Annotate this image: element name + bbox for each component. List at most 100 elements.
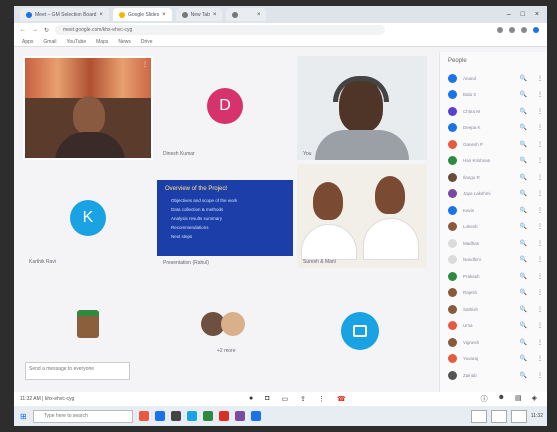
pin-icon[interactable]: 🔍 — [520, 322, 527, 329]
tray-icon[interactable] — [510, 409, 527, 423]
bookmark-link[interactable]: YouTube — [66, 39, 86, 45]
tray-icon[interactable] — [490, 409, 507, 423]
participant-tile-video[interactable]: You — [297, 56, 427, 160]
participant-row[interactable]: Uma 🔍 ⋮ — [440, 318, 547, 335]
chrome-icon[interactable] — [250, 411, 261, 421]
app-icon[interactable] — [154, 411, 165, 421]
maximize-icon[interactable]: □ — [521, 11, 525, 18]
close-icon[interactable]: × — [257, 12, 261, 18]
clock[interactable]: 11:32 — [531, 413, 543, 419]
end-call-icon[interactable]: ☎ — [337, 395, 346, 403]
participant-row[interactable]: Chitra M 🔍 ⋮ — [440, 103, 547, 120]
participant-row[interactable]: Kavin 🔍 ⋮ — [440, 202, 547, 219]
more-options-icon[interactable]: ⋮ — [533, 289, 547, 296]
participant-tile-video[interactable]: Suresh & Mani — [297, 164, 427, 268]
chat-input[interactable]: Send a message to everyone — [25, 362, 130, 380]
close-icon[interactable]: × — [99, 12, 103, 18]
app-icon[interactable] — [202, 411, 213, 421]
participant-tile-avatar[interactable]: D Dinesh Kumar — [157, 56, 293, 160]
pin-icon[interactable]: 🔍 — [520, 91, 527, 98]
browser-tab-active[interactable]: Google Slides × — [112, 8, 172, 21]
more-options-icon[interactable]: ⋮ — [533, 256, 547, 263]
participant-row[interactable]: Jaya Lakshmi 🔍 ⋮ — [440, 186, 547, 203]
pin-icon[interactable]: 🔍 — [520, 256, 527, 263]
more-options-icon[interactable]: ⋮ — [533, 91, 547, 98]
mic-icon[interactable]: ● — [249, 395, 253, 403]
extension-icon[interactable] — [521, 27, 527, 33]
more-options-icon[interactable]: ⋮ — [533, 223, 547, 230]
back-icon[interactable]: ← — [20, 27, 26, 33]
participant-row[interactable]: Bala S 🔍 ⋮ — [440, 87, 547, 104]
extension-icon[interactable] — [497, 27, 503, 33]
close-icon[interactable]: × — [162, 12, 166, 18]
more-options-icon[interactable]: ⋮ — [533, 157, 547, 164]
participant-tile-group[interactable]: +2 more — [157, 278, 293, 382]
tray-icon[interactable] — [470, 409, 487, 423]
participant-row[interactable]: Ilango R 🔍 ⋮ — [440, 169, 547, 186]
app-icon[interactable] — [186, 411, 197, 421]
pin-icon[interactable]: 🔍 — [520, 289, 527, 296]
pin-icon[interactable]: 🔍 — [520, 141, 527, 148]
participant-row[interactable]: Lokesh 🔍 ⋮ — [440, 219, 547, 236]
present-icon[interactable]: ⇪ — [300, 395, 306, 403]
pin-icon[interactable]: 🔍 — [520, 207, 527, 214]
participant-tile-avatar[interactable]: K Karthik Ravi — [23, 164, 153, 268]
more-options-icon[interactable]: ⋮ — [533, 355, 547, 362]
chat-icon[interactable]: ▤ — [515, 394, 522, 404]
participant-row[interactable]: Vignesh 🔍 ⋮ — [440, 334, 547, 351]
people-icon[interactable]: ☻ — [498, 394, 505, 404]
more-options-icon[interactable]: ⋮ — [533, 190, 547, 197]
pin-icon[interactable]: 🔍 — [520, 339, 527, 346]
camera-icon[interactable]: ◘ — [265, 395, 269, 403]
more-options-icon[interactable]: ⋮ — [533, 306, 547, 313]
more-options-icon[interactable]: ⋮ — [318, 395, 325, 403]
close-icon[interactable]: × — [535, 11, 539, 18]
pin-icon[interactable]: 🔍 — [520, 273, 527, 280]
more-options-icon[interactable]: ⋮ — [533, 207, 547, 214]
bookmark-link[interactable]: Maps — [96, 39, 108, 45]
participant-row[interactable]: Hari Krishnan 🔍 ⋮ — [440, 153, 547, 170]
pin-icon[interactable]: 🔍 — [520, 174, 527, 181]
forward-icon[interactable]: → — [32, 27, 38, 33]
taskbar-search-input[interactable]: Type here to search — [32, 409, 133, 423]
more-options-icon[interactable]: ⋮ — [533, 174, 547, 181]
more-options-icon[interactable]: ⋮ — [533, 372, 547, 379]
app-icon[interactable] — [138, 411, 149, 421]
browser-tab[interactable]: New Tab × — [175, 8, 223, 21]
browser-tab[interactable]: Meet – GM Selection Board × — [20, 8, 109, 21]
app-icon[interactable] — [218, 411, 229, 421]
participant-row[interactable]: Rajesh 🔍 ⋮ — [440, 285, 547, 302]
participant-row[interactable]: Madhan 🔍 ⋮ — [440, 235, 547, 252]
participant-row[interactable]: Zainab 🔍 ⋮ — [440, 367, 547, 384]
reload-icon[interactable]: ↻ — [44, 27, 49, 34]
participant-row[interactable]: Prakash 🔍 ⋮ — [440, 268, 547, 285]
pin-icon[interactable]: 🔍 — [520, 108, 527, 115]
pin-icon[interactable]: 🔍 — [520, 223, 527, 230]
info-icon[interactable]: ⓘ — [481, 394, 488, 404]
bookmark-link[interactable]: Gmail — [43, 39, 56, 45]
url-field[interactable]: meet.google.com/khx-ehvc-cyg — [55, 25, 386, 35]
participant-row[interactable]: Yuvaraj 🔍 ⋮ — [440, 351, 547, 368]
more-options-icon[interactable]: ⋮ — [533, 240, 547, 247]
bookmark-link[interactable]: Apps — [22, 39, 33, 45]
more-options-icon[interactable]: ⋮ — [533, 339, 547, 346]
windows-start-icon[interactable]: ⊞ — [20, 412, 27, 421]
minimize-icon[interactable]: – — [507, 11, 511, 18]
more-options-icon[interactable]: ⋮ — [533, 273, 547, 280]
participant-row[interactable]: Anand 🔍 ⋮ — [440, 70, 547, 87]
browser-tab[interactable]: × — [226, 8, 267, 21]
more-options-icon[interactable]: ⋮ — [533, 124, 547, 131]
pin-icon[interactable]: 🔍 — [520, 190, 527, 197]
app-icon[interactable] — [170, 411, 181, 421]
more-options-icon[interactable]: ⋮ — [142, 61, 148, 68]
app-icon[interactable] — [234, 411, 245, 421]
participant-row[interactable]: Ganesh P 🔍 ⋮ — [440, 136, 547, 153]
close-icon[interactable]: × — [213, 12, 217, 18]
presentation-tile[interactable]: Overview of the Project Objectives and s… — [157, 180, 293, 266]
extension-icon[interactable] — [509, 27, 515, 33]
participant-row[interactable]: Deepa K 🔍 ⋮ — [440, 120, 547, 137]
participant-tile-video[interactable]: ⋮ — [23, 56, 153, 160]
more-options-icon[interactable]: ⋮ — [533, 108, 547, 115]
more-options-icon[interactable]: ⋮ — [533, 141, 547, 148]
pin-icon[interactable]: 🔍 — [520, 124, 527, 131]
